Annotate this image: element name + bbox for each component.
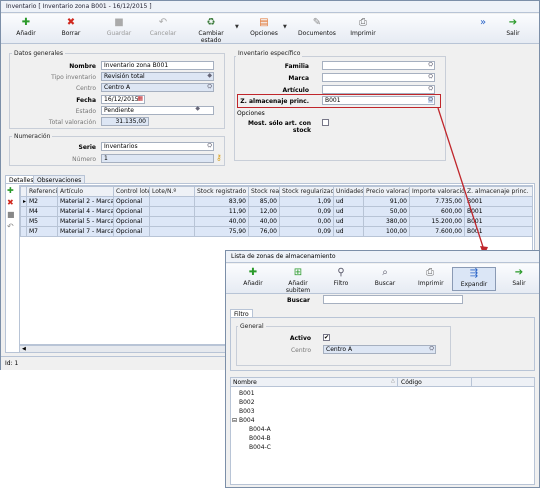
activo-label: Activo	[289, 335, 311, 342]
tree-item[interactable]: B004-B	[249, 435, 271, 442]
zones-tree: Nombre △ Código B001 B002 B003 B004 ⊟ B004-A B…	[230, 377, 535, 485]
exit-arrow-icon: ➔	[514, 267, 524, 278]
popup-search-button[interactable]: ⌕ Buscar	[373, 267, 397, 291]
popup-add-button[interactable]: ✚ Añadir	[238, 267, 268, 291]
buscar-label: Buscar	[287, 297, 310, 304]
tree-item[interactable]: B004	[239, 417, 255, 424]
tree-item[interactable]: B001	[239, 390, 255, 397]
sort-icon: △	[391, 378, 395, 384]
popup-exit-button[interactable]: ➔ Salir	[509, 267, 529, 291]
popup-expand-button[interactable]: ⇶ Expandir	[452, 267, 496, 291]
popup-toolbar: ✚ Añadir ⊞ Añadir subitem ⚲ Filtro ⌕ Bus…	[226, 264, 539, 294]
expand-icon: ⇶	[469, 268, 479, 279]
filter-icon: ⚲	[337, 267, 345, 278]
lookup-icon[interactable]: ⛭	[429, 346, 434, 352]
collapse-icon[interactable]: ⊟	[232, 417, 237, 424]
popup-centro-label: Centro	[290, 347, 311, 354]
popup-add-subitem-button[interactable]: ⊞ Añadir subitem	[278, 267, 318, 294]
plus-icon: ✚	[248, 267, 258, 278]
callout-arrow-line	[437, 107, 485, 251]
tree-item[interactable]: B004-A	[249, 426, 271, 433]
search-icon: ⌕	[382, 267, 388, 278]
storage-zones-window: Lista de zonas de almacenamiento ✚ Añadi…	[225, 250, 540, 488]
popup-title: Lista de zonas de almacenamiento	[226, 251, 539, 263]
tree-item[interactable]: B003	[239, 408, 255, 415]
popup-tab-filtro[interactable]: Filtro	[230, 309, 253, 318]
tree-item[interactable]: B004-C	[249, 444, 271, 451]
popup-centro-field[interactable]: Centro A ⛭	[323, 345, 436, 354]
buscar-input[interactable]	[323, 295, 463, 304]
tree-item[interactable]: B002	[239, 399, 255, 406]
column-divider	[471, 378, 472, 386]
activo-checkbox[interactable]: ✔	[323, 334, 330, 341]
popup-centro-value: Centro A	[326, 346, 353, 353]
popup-print-button[interactable]: ⎙ Imprimir	[418, 267, 444, 291]
col-codigo[interactable]: Código	[401, 379, 422, 386]
popup-filter-button[interactable]: ⚲ Filtro	[329, 267, 353, 291]
printer-icon: ⎙	[426, 267, 434, 278]
column-divider	[397, 378, 398, 386]
col-nombre[interactable]: Nombre	[233, 379, 257, 386]
add-subitem-icon: ⊞	[293, 267, 303, 278]
tree-header: Nombre △ Código	[231, 378, 534, 387]
popup-general-title: General	[238, 323, 266, 330]
